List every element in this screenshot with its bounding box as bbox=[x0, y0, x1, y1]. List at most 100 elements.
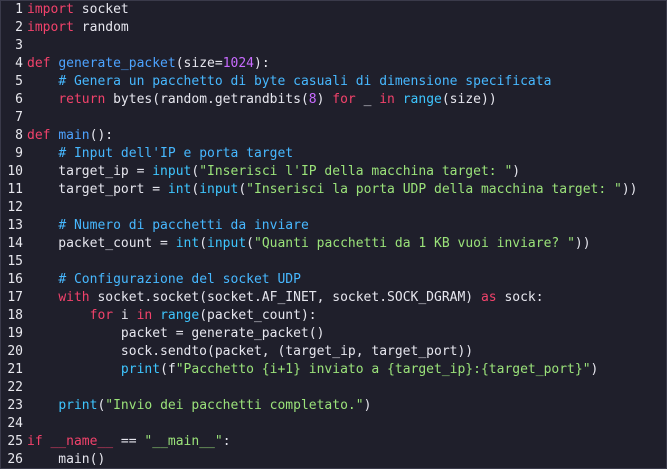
code-text[interactable] bbox=[27, 415, 666, 433]
code-token-bi: input bbox=[152, 164, 192, 179]
code-token-op bbox=[27, 74, 58, 89]
code-token-op bbox=[27, 218, 58, 233]
code-text[interactable]: packet_count = int(input("Quanti pacchet… bbox=[27, 235, 666, 253]
code-token-op bbox=[395, 92, 403, 107]
code-token-cm: # Genera un pacchetto di byte casuali di… bbox=[58, 74, 552, 89]
code-token-op: ( bbox=[246, 236, 254, 251]
code-line[interactable]: 15 bbox=[1, 253, 666, 271]
code-text[interactable]: for i in range(packet_count): bbox=[27, 307, 666, 325]
code-text[interactable]: def generate_packet(size=1024): bbox=[27, 55, 666, 73]
code-line[interactable]: 24 bbox=[1, 415, 666, 433]
code-token-op: )) bbox=[574, 236, 591, 251]
code-line[interactable]: 14 packet_count = int(input("Quanti pacc… bbox=[1, 235, 666, 253]
code-text[interactable]: # Genera un pacchetto di byte casuali di… bbox=[27, 73, 666, 91]
code-token-bi: range bbox=[402, 92, 442, 107]
code-token-op: packet = generate_packet() bbox=[27, 326, 325, 341]
code-text[interactable] bbox=[27, 199, 666, 217]
code-line[interactable]: 4 def generate_packet(size=1024): bbox=[1, 55, 666, 73]
code-line[interactable]: 17 with socket.socket(socket.AF_INET, so… bbox=[1, 289, 666, 307]
code-line[interactable]: 23 print("Invio dei pacchetti completato… bbox=[1, 397, 666, 415]
code-token-str: "Inserisci l'IP della macchina target: " bbox=[199, 164, 513, 179]
code-text[interactable]: if __name__ == "__main__": bbox=[27, 433, 666, 451]
code-token-op: random bbox=[73, 20, 129, 35]
code-token-op bbox=[152, 308, 160, 323]
code-line[interactable]: 21 print(f"Pacchetto {i+1} inviato a {ta… bbox=[1, 361, 666, 379]
code-line[interactable]: 1 import socket bbox=[1, 1, 666, 19]
code-token-op: ) bbox=[316, 92, 333, 107]
code-text[interactable]: packet = generate_packet() bbox=[27, 325, 666, 343]
line-number: 5 bbox=[15, 74, 23, 89]
code-text[interactable] bbox=[27, 379, 666, 397]
code-token-op: socket.socket(socket.AF_INET, socket.SOC… bbox=[89, 290, 481, 305]
line-number: 25 bbox=[7, 434, 23, 449]
code-line[interactable]: 10 target_ip = input("Inserisci l'IP del… bbox=[1, 163, 666, 181]
code-line[interactable]: 22 bbox=[1, 379, 666, 397]
code-text[interactable]: import socket bbox=[27, 1, 666, 19]
line-number: 19 bbox=[7, 326, 23, 341]
code-token-op: sock: bbox=[496, 290, 544, 305]
code-token-op: == bbox=[113, 434, 145, 449]
code-line[interactable]: 19 packet = generate_packet() bbox=[1, 325, 666, 343]
line-number: 21 bbox=[7, 362, 23, 377]
code-text[interactable]: print(f"Pacchetto {i+1} inviato a {targe… bbox=[27, 361, 666, 379]
code-token-op: ( bbox=[199, 236, 208, 251]
code-token-fn: generate_packet bbox=[58, 56, 176, 71]
code-line[interactable]: 7 bbox=[1, 109, 666, 127]
code-line[interactable]: 13 # Numero di pacchetti da inviare bbox=[1, 217, 666, 235]
code-text[interactable] bbox=[27, 109, 666, 127]
line-number: 7 bbox=[15, 110, 23, 125]
code-line[interactable]: 2 import random bbox=[1, 19, 666, 37]
code-token-op: sock.sendto(packet, (target_ip, target_p… bbox=[27, 344, 474, 359]
code-editor[interactable]: 1 import socket 2 import random 3 4 def genera… bbox=[0, 0, 667, 469]
code-line[interactable]: 25 if __name__ == "__main__": bbox=[1, 433, 666, 451]
code-line[interactable]: 12 bbox=[1, 199, 666, 217]
code-token-kw: import bbox=[27, 2, 74, 17]
code-text[interactable] bbox=[27, 253, 666, 271]
code-line[interactable]: 6 return bytes(random.getrandbits(8) for… bbox=[1, 91, 666, 109]
code-token-op: ( bbox=[238, 182, 247, 197]
code-token-op: main() bbox=[27, 452, 106, 467]
code-line[interactable]: 26 main() bbox=[1, 451, 666, 468]
code-text[interactable]: target_ip = input("Inserisci l'IP della … bbox=[27, 163, 666, 181]
code-token-str: "Quanti pacchetti da 1 KB vuoi inviare? … bbox=[254, 236, 575, 251]
code-text[interactable]: # Input dell'IP e porta target bbox=[27, 145, 666, 163]
code-token-op: : bbox=[222, 434, 231, 449]
code-text[interactable] bbox=[27, 37, 666, 55]
code-token-kw: as bbox=[480, 290, 497, 305]
code-line[interactable]: 9 # Input dell'IP e porta target bbox=[1, 145, 666, 163]
code-text[interactable]: with socket.socket(socket.AF_INET, socke… bbox=[27, 289, 666, 307]
code-token-op bbox=[27, 146, 58, 161]
code-token-op: (packet_count): bbox=[199, 308, 317, 323]
code-text[interactable]: # Numero di pacchetti da inviare bbox=[27, 217, 666, 235]
code-text[interactable]: sock.sendto(packet, (target_ip, target_p… bbox=[27, 343, 666, 361]
code-token-op: (size= bbox=[175, 56, 223, 71]
code-token-kw: in bbox=[379, 92, 395, 107]
code-line[interactable]: 8 def main(): bbox=[1, 127, 666, 145]
code-text[interactable]: main() bbox=[27, 451, 666, 468]
code-token-bi: input bbox=[199, 182, 239, 197]
code-token-op: socket bbox=[73, 2, 129, 17]
code-token-num: 1024 bbox=[222, 56, 254, 71]
code-line[interactable]: 18 for i in range(packet_count): bbox=[1, 307, 666, 325]
code-line[interactable]: 5 # Genera un pacchetto di byte casuali … bbox=[1, 73, 666, 91]
code-text[interactable]: print("Invio dei pacchetti completato.") bbox=[27, 397, 666, 415]
line-number: 17 bbox=[7, 290, 23, 305]
code-token-bi: int bbox=[167, 182, 192, 197]
code-text[interactable]: target_port = int(input("Inserisci la po… bbox=[27, 181, 666, 199]
line-number: 2 bbox=[15, 20, 23, 35]
code-token-str: "Pacchetto {i+1} inviato a {target_ip}:{… bbox=[175, 362, 591, 377]
code-token-bi: input bbox=[207, 236, 247, 251]
code-line[interactable]: 20 sock.sendto(packet, (target_ip, targe… bbox=[1, 343, 666, 361]
code-text[interactable]: # Configurazione del socket UDP bbox=[27, 271, 666, 289]
code-text[interactable]: def main(): bbox=[27, 127, 666, 145]
code-line[interactable]: 11 target_port = int(input("Inserisci la… bbox=[1, 181, 666, 199]
code-token-fn: main bbox=[58, 128, 90, 143]
code-token-kw: for bbox=[332, 92, 356, 107]
code-text[interactable]: import random bbox=[27, 19, 666, 37]
code-text[interactable]: return bytes(random.getrandbits(8) for _… bbox=[27, 91, 666, 109]
code-line[interactable]: 3 bbox=[1, 37, 666, 55]
code-line[interactable]: 16 # Configurazione del socket UDP bbox=[1, 271, 666, 289]
code-token-kw: import bbox=[27, 20, 74, 35]
code-token-bi: range bbox=[160, 308, 200, 323]
code-token-op: target_ip = bbox=[27, 164, 153, 179]
